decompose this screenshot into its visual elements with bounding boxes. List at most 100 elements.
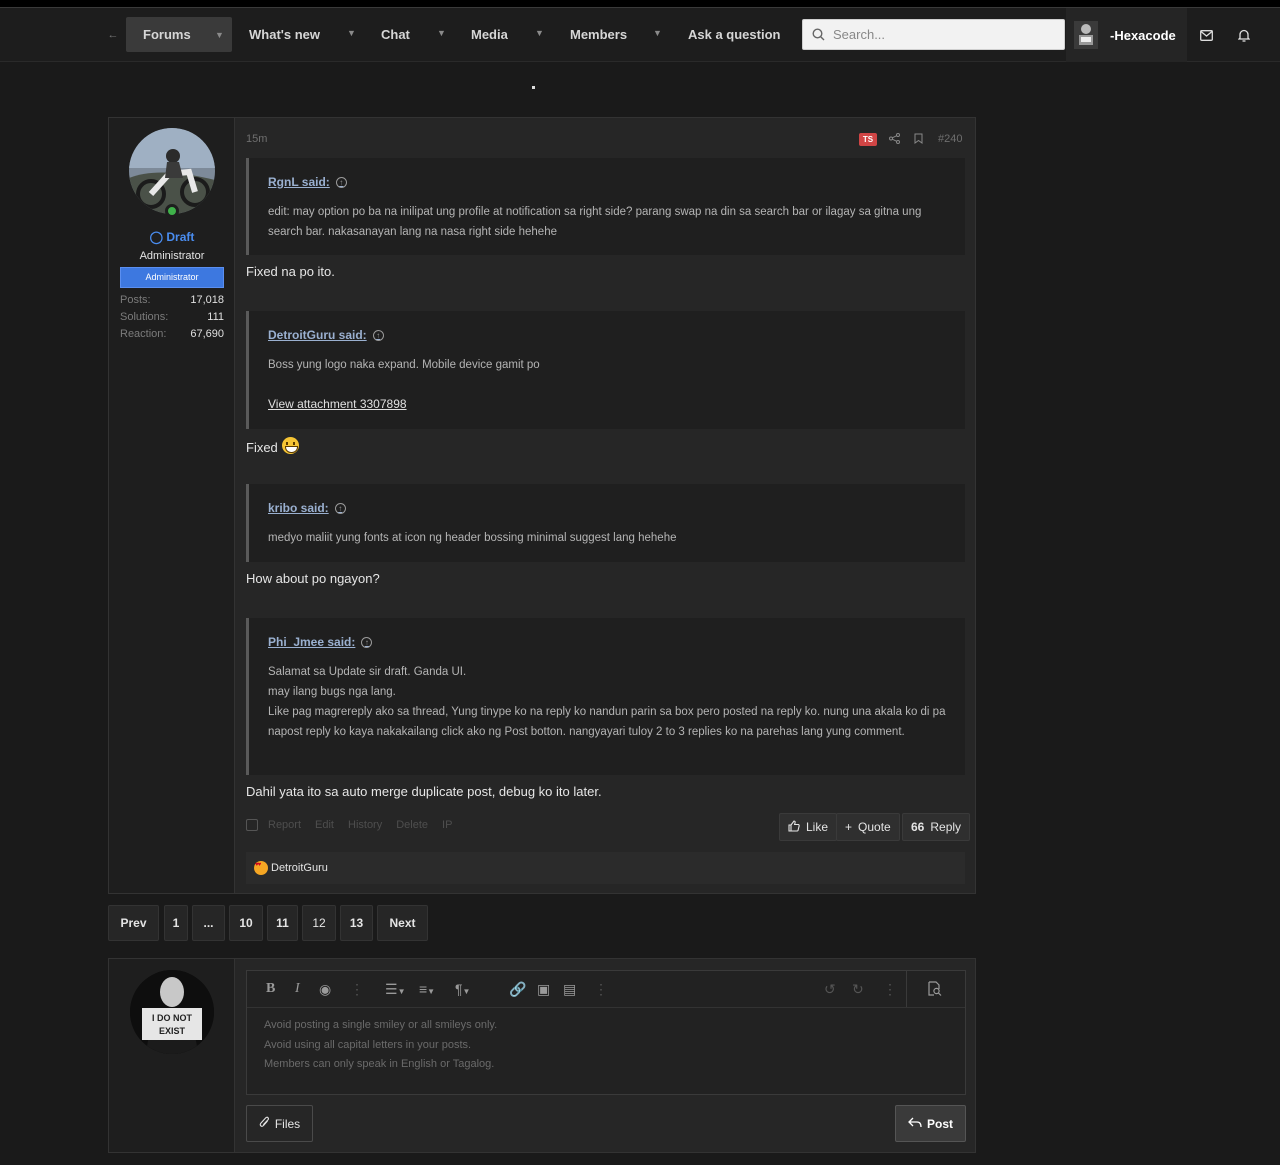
paragraph-icon[interactable]: ¶▼ bbox=[455, 981, 470, 997]
quote-author[interactable]: DetroitGuru said: ↑ bbox=[268, 328, 384, 342]
italic-icon[interactable]: I bbox=[295, 981, 300, 997]
bell-icon[interactable] bbox=[1225, 8, 1263, 62]
chevron-down-icon[interactable]: ▼ bbox=[215, 30, 224, 40]
chevron-down-icon[interactable]: ▼ bbox=[653, 28, 662, 38]
quote-body: Salamat sa Update sir draft. Ganda UI. m… bbox=[268, 666, 946, 738]
post-time[interactable]: 15m bbox=[246, 133, 267, 145]
nav-members[interactable]: Members bbox=[553, 17, 649, 52]
nav-forums[interactable]: Forums ▼ bbox=[126, 17, 232, 52]
nav-ask-question[interactable]: Ask a question bbox=[671, 17, 791, 52]
online-status-icon bbox=[165, 204, 179, 218]
chevron-down-icon[interactable]: ▼ bbox=[437, 28, 446, 38]
author-banner: Administrator bbox=[120, 267, 224, 288]
heart-eyes-emoji-icon bbox=[254, 861, 268, 875]
avatar[interactable]: I DO NOT EXIST bbox=[130, 970, 214, 1054]
editor-hint: Avoid posting a single smiley or all smi… bbox=[264, 1019, 498, 1031]
user-menu[interactable]: -Hexacode bbox=[1066, 8, 1187, 62]
ip-link[interactable]: IP bbox=[442, 819, 452, 831]
chevron-down-icon[interactable]: ▼ bbox=[535, 28, 544, 38]
undo-icon[interactable]: ↺ bbox=[824, 981, 836, 998]
divider-dot bbox=[532, 86, 535, 89]
history-link[interactable]: History bbox=[348, 819, 382, 831]
quote-marks-icon: 66 bbox=[911, 820, 925, 834]
pagination-page[interactable]: 1 bbox=[164, 905, 188, 941]
link-icon[interactable]: 🔗 bbox=[509, 981, 526, 998]
bold-icon[interactable]: B bbox=[266, 981, 275, 997]
preview-icon[interactable] bbox=[927, 981, 942, 999]
quote-body: edit: may option po ba na inilipat ung p… bbox=[268, 206, 922, 238]
post-body: 15m TS #240 RgnL said: ↑ edit: may option… bbox=[235, 118, 975, 893]
more-vertical-icon[interactable]: ⋮ bbox=[594, 981, 608, 998]
editor-hint: Avoid using all capital letters in your … bbox=[264, 1039, 472, 1051]
media-icon[interactable]: ▤ bbox=[563, 981, 576, 998]
pagination-page[interactable]: 13 bbox=[340, 905, 373, 941]
stat-reaction: Reaction: 67,690 bbox=[120, 328, 224, 340]
nav-label: Ask a question bbox=[688, 27, 781, 42]
pagination-prev[interactable]: Prev bbox=[108, 905, 159, 941]
share-icon[interactable] bbox=[889, 132, 900, 147]
attachment-link[interactable]: View attachment 3307898 bbox=[268, 397, 407, 411]
avatar-sign-text: EXIST bbox=[159, 1026, 186, 1036]
select-checkbox[interactable] bbox=[246, 819, 258, 831]
grinning-emoji-icon bbox=[281, 437, 299, 454]
quote-author[interactable]: kribo said: ↑ bbox=[268, 501, 346, 515]
author-title: Administrator bbox=[139, 250, 205, 262]
quote-author[interactable]: RgnL said: ↑ bbox=[268, 175, 347, 189]
report-link[interactable]: Report bbox=[268, 819, 301, 831]
moderator-actions: Report Edit History Delete IP bbox=[246, 819, 466, 831]
image-icon[interactable]: ▣ bbox=[537, 981, 550, 998]
pagination-page[interactable]: 10 bbox=[229, 905, 263, 941]
post-number[interactable]: #240 bbox=[938, 133, 962, 145]
more-vertical-icon[interactable]: ⋮ bbox=[350, 981, 364, 998]
quick-reply: I DO NOT EXIST B I ◉ ⋮ ☰▼ ≡▼ ¶▼ 🔗 ▣ ▤ ⋮ … bbox=[108, 958, 976, 1153]
search-box[interactable] bbox=[802, 19, 1065, 50]
user-icon: ◯ bbox=[149, 230, 164, 244]
nav-whats-new[interactable]: What's new bbox=[232, 17, 362, 52]
rich-text-editor[interactable]: B I ◉ ⋮ ☰▼ ≡▼ ¶▼ 🔗 ▣ ▤ ⋮ ↺ ↻ ⋮ Avoid pos… bbox=[246, 970, 966, 1095]
quote-body: medyo maliit yung fonts at icon ng heade… bbox=[268, 532, 677, 544]
search-input[interactable] bbox=[833, 27, 1053, 42]
bookmark-icon[interactable] bbox=[914, 132, 923, 147]
redo-icon[interactable]: ↻ bbox=[852, 981, 864, 998]
align-icon[interactable]: ≡▼ bbox=[419, 981, 435, 997]
reaction-user[interactable]: DetroitGuru bbox=[271, 862, 328, 874]
post-reply-button[interactable]: Post bbox=[895, 1105, 966, 1142]
nav-label: Chat bbox=[381, 27, 410, 42]
pagination-next[interactable]: Next bbox=[377, 905, 428, 941]
collapse-icon[interactable]: ← bbox=[104, 26, 122, 44]
quote-author[interactable]: Phi_Jmee said: ↑ bbox=[268, 635, 373, 649]
envelope-icon[interactable] bbox=[1187, 8, 1225, 62]
palette-icon[interactable]: ◉ bbox=[319, 981, 331, 998]
reply-button[interactable]: 66 Reply bbox=[902, 813, 971, 841]
go-to-quote-icon[interactable]: ↑ bbox=[335, 176, 347, 188]
nav-label: Media bbox=[471, 27, 508, 42]
top-strip bbox=[0, 0, 1280, 8]
editor-hint: Members can only speak in English or Tag… bbox=[264, 1058, 495, 1070]
delete-link[interactable]: Delete bbox=[396, 819, 428, 831]
go-to-quote-icon[interactable]: ↑ bbox=[372, 329, 384, 341]
toolbar-divider bbox=[906, 971, 907, 1007]
edit-link[interactable]: Edit bbox=[315, 819, 334, 831]
post-author-panel: ◯ Draft Administrator Administrator Post… bbox=[109, 118, 235, 893]
quote-block: RgnL said: ↑ edit: may option po ba na in… bbox=[246, 158, 965, 255]
attach-files-button[interactable]: Files bbox=[246, 1105, 313, 1142]
pagination-page[interactable]: 11 bbox=[267, 905, 298, 941]
quote-button[interactable]: + Quote bbox=[836, 813, 900, 841]
nav-label: Members bbox=[570, 27, 628, 42]
go-to-quote-icon[interactable]: ↑ bbox=[361, 636, 373, 648]
author-name[interactable]: ◯ Draft bbox=[109, 230, 235, 244]
username: -Hexacode bbox=[1110, 27, 1176, 43]
list-icon[interactable]: ☰▼ bbox=[385, 981, 405, 998]
like-button[interactable]: Like bbox=[779, 813, 838, 841]
pagination-current-page[interactable]: 12 bbox=[302, 905, 336, 941]
reply-text: Dahil yata ito sa auto merge duplicate p… bbox=[246, 784, 602, 799]
avatar-sign-text: I DO NOT bbox=[152, 1013, 193, 1023]
nav-media[interactable]: Media bbox=[454, 17, 530, 52]
chevron-down-icon[interactable]: ▼ bbox=[347, 28, 356, 38]
nav-chat[interactable]: Chat bbox=[364, 17, 434, 52]
pagination-ellipsis[interactable]: ... bbox=[192, 905, 225, 941]
avatar[interactable] bbox=[129, 128, 215, 214]
go-to-quote-icon[interactable]: ↑ bbox=[334, 502, 346, 514]
more-vertical-icon[interactable]: ⋮ bbox=[883, 981, 897, 998]
reactions-bar[interactable]: DetroitGuru bbox=[246, 852, 965, 884]
